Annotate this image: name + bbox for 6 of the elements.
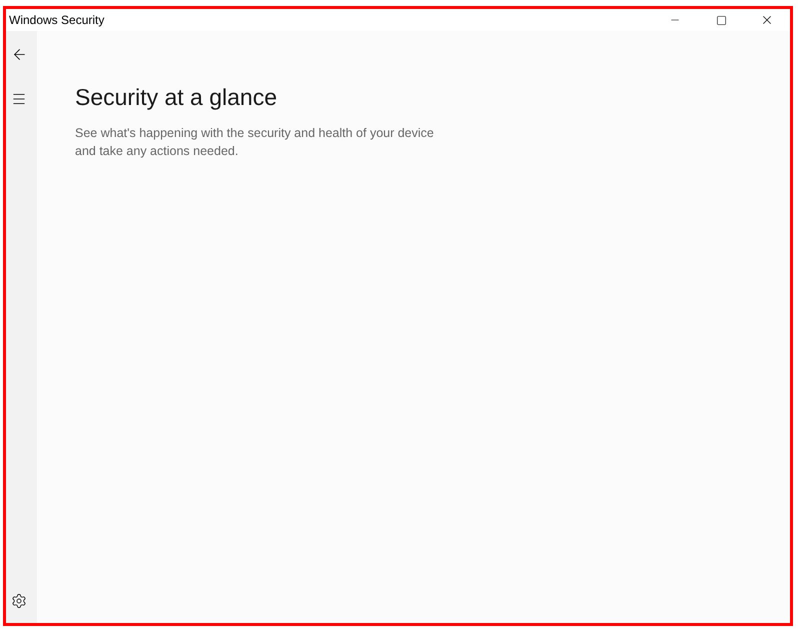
settings-icon [11,593,27,609]
page-heading: Security at a glance [75,83,278,112]
menu-icon [11,91,27,107]
window-title: Windows Security [9,12,104,29]
maximize-icon [716,14,726,26]
page-description: See what's happening with the security and health of your device and take any actions needed. [75,125,435,160]
